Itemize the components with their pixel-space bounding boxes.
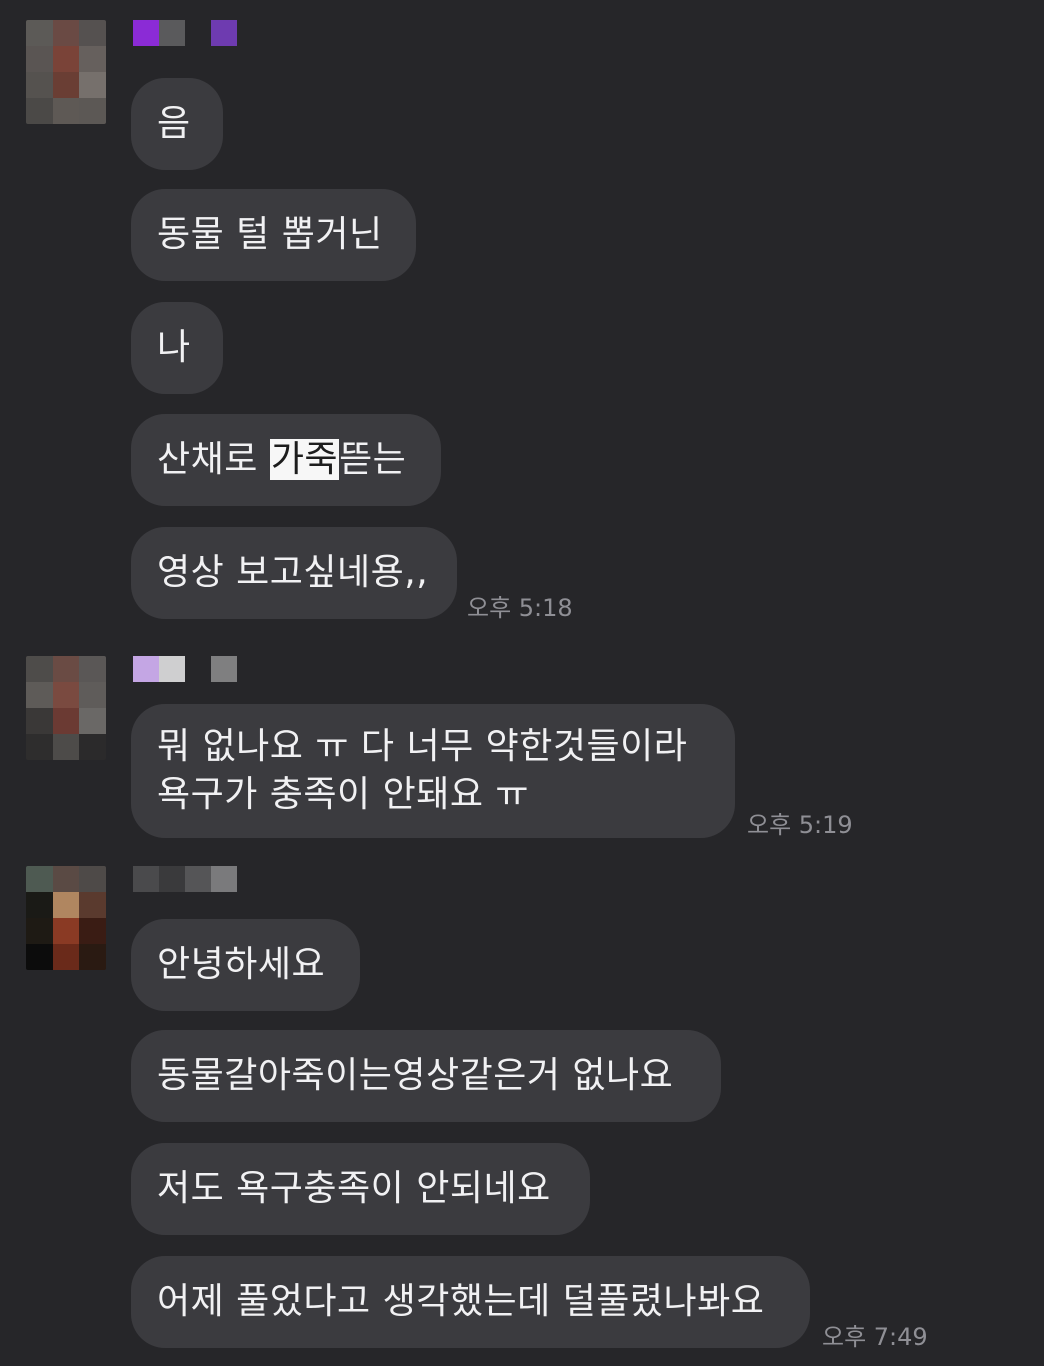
message-timestamp: 오후 5:18 bbox=[467, 594, 573, 622]
message-timestamp: 오후 5:19 bbox=[747, 811, 853, 839]
avatar-pixel bbox=[52, 72, 80, 98]
message-text-line: 뭐 없나요 ㅠ 다 너무 약한것들이라 bbox=[157, 726, 688, 767]
avatar-pixel bbox=[79, 944, 106, 970]
avatar-pixel bbox=[26, 944, 53, 970]
avatar-pixel bbox=[52, 46, 80, 72]
avatar-pixel bbox=[52, 892, 80, 918]
name-pixel bbox=[159, 656, 185, 682]
avatar-pixel bbox=[79, 656, 106, 682]
avatar-pixel bbox=[52, 866, 80, 892]
avatar-pixel bbox=[79, 918, 106, 944]
avatar-pixel bbox=[26, 708, 53, 734]
message-bubble[interactable]: 동물 털 뽑거닌 bbox=[131, 189, 416, 281]
avatar-pixel bbox=[79, 46, 106, 72]
message-text: 동물 털 뽑거닌 bbox=[157, 214, 383, 255]
message-bubble[interactable]: 안녕하세요 bbox=[131, 919, 360, 1011]
message-bubble[interactable]: 음 bbox=[131, 78, 223, 170]
avatar-pixel bbox=[79, 98, 106, 124]
name-pixel bbox=[159, 866, 185, 892]
avatar-pixel bbox=[52, 944, 80, 970]
avatar-pixel bbox=[79, 72, 106, 98]
sender-name bbox=[133, 656, 237, 682]
name-pixel bbox=[185, 20, 211, 46]
message-bubble[interactable]: 어제 풀었다고 생각했는데 덜풀렸나봐요 bbox=[131, 1256, 810, 1348]
sender-name bbox=[133, 866, 237, 892]
avatar-pixel bbox=[26, 734, 53, 760]
avatar-pixel bbox=[26, 892, 53, 918]
avatar[interactable] bbox=[26, 656, 106, 760]
sender-name bbox=[133, 20, 289, 46]
message-timestamp: 오후 7:49 bbox=[822, 1323, 928, 1351]
message-text: 어제 풀었다고 생각했는데 덜풀렸나봐요 bbox=[157, 1281, 765, 1322]
avatar-pixel bbox=[52, 734, 80, 760]
message-text: 나 bbox=[157, 327, 191, 368]
name-pixel bbox=[237, 20, 263, 46]
avatar-pixel bbox=[26, 656, 53, 682]
message-text: 안녕하세요 bbox=[157, 944, 326, 985]
name-pixel bbox=[133, 656, 159, 682]
message-text: 음 bbox=[157, 103, 191, 144]
avatar-pixel bbox=[26, 72, 53, 98]
avatar-pixel bbox=[52, 20, 80, 46]
chat-log[interactable]: 음 동물 털 뽑거닌 나 산채로 가죽뜯는 영상 보고싶네용,, 오후 5:18… bbox=[0, 0, 1044, 1366]
name-pixel bbox=[263, 20, 289, 46]
name-pixel bbox=[185, 656, 211, 682]
avatar-pixel bbox=[26, 46, 53, 72]
avatar-pixel bbox=[79, 20, 106, 46]
name-pixel bbox=[159, 20, 185, 46]
avatar-pixel bbox=[52, 98, 80, 124]
message-text-line: 욕구가 충족이 안돼요 ㅠ bbox=[157, 774, 530, 815]
message-bubble[interactable]: 나 bbox=[131, 302, 223, 394]
name-pixel bbox=[211, 20, 237, 46]
avatar-pixel bbox=[79, 734, 106, 760]
message-bubble[interactable]: 뭐 없나요 ㅠ 다 너무 약한것들이라 욕구가 충족이 안돼요 ㅠ bbox=[131, 704, 735, 838]
message-bubble[interactable]: 동물갈아죽이는영상같은거 없나요 bbox=[131, 1030, 721, 1122]
avatar-pixel bbox=[26, 682, 53, 708]
avatar-pixel bbox=[52, 682, 80, 708]
avatar-pixel bbox=[26, 866, 53, 892]
avatar[interactable] bbox=[26, 866, 106, 970]
message-bubble[interactable]: 산채로 가죽뜯는 bbox=[131, 414, 441, 506]
message-bubble[interactable]: 영상 보고싶네용,, bbox=[131, 527, 457, 619]
avatar-pixel bbox=[79, 708, 106, 734]
message-bubble[interactable]: 저도 욕구충족이 안되네요 bbox=[131, 1143, 590, 1235]
message-text-part: 산채로 bbox=[157, 439, 270, 480]
avatar-pixel bbox=[79, 892, 106, 918]
message-text-part: 뜯는 bbox=[339, 439, 407, 480]
name-pixel bbox=[211, 866, 237, 892]
avatar-pixel bbox=[26, 20, 53, 46]
name-pixel bbox=[211, 656, 237, 682]
message-text: 동물갈아죽이는영상같은거 없나요 bbox=[157, 1055, 674, 1096]
avatar-pixel bbox=[79, 866, 106, 892]
selected-text-highlight[interactable]: 가죽 bbox=[269, 439, 340, 480]
message-text: 저도 욕구충족이 안되네요 bbox=[157, 1168, 551, 1209]
message-text: 산채로 가죽뜯는 bbox=[157, 436, 406, 484]
avatar-pixel bbox=[26, 918, 53, 944]
avatar-pixel bbox=[52, 656, 80, 682]
name-pixel bbox=[185, 866, 211, 892]
avatar[interactable] bbox=[26, 20, 106, 124]
name-pixel bbox=[133, 866, 159, 892]
avatar-pixel bbox=[52, 708, 80, 734]
name-pixel bbox=[133, 20, 159, 46]
message-text: 영상 보고싶네용,, bbox=[157, 552, 429, 593]
avatar-pixel bbox=[52, 918, 80, 944]
avatar-pixel bbox=[79, 682, 106, 708]
avatar-pixel bbox=[26, 98, 53, 124]
